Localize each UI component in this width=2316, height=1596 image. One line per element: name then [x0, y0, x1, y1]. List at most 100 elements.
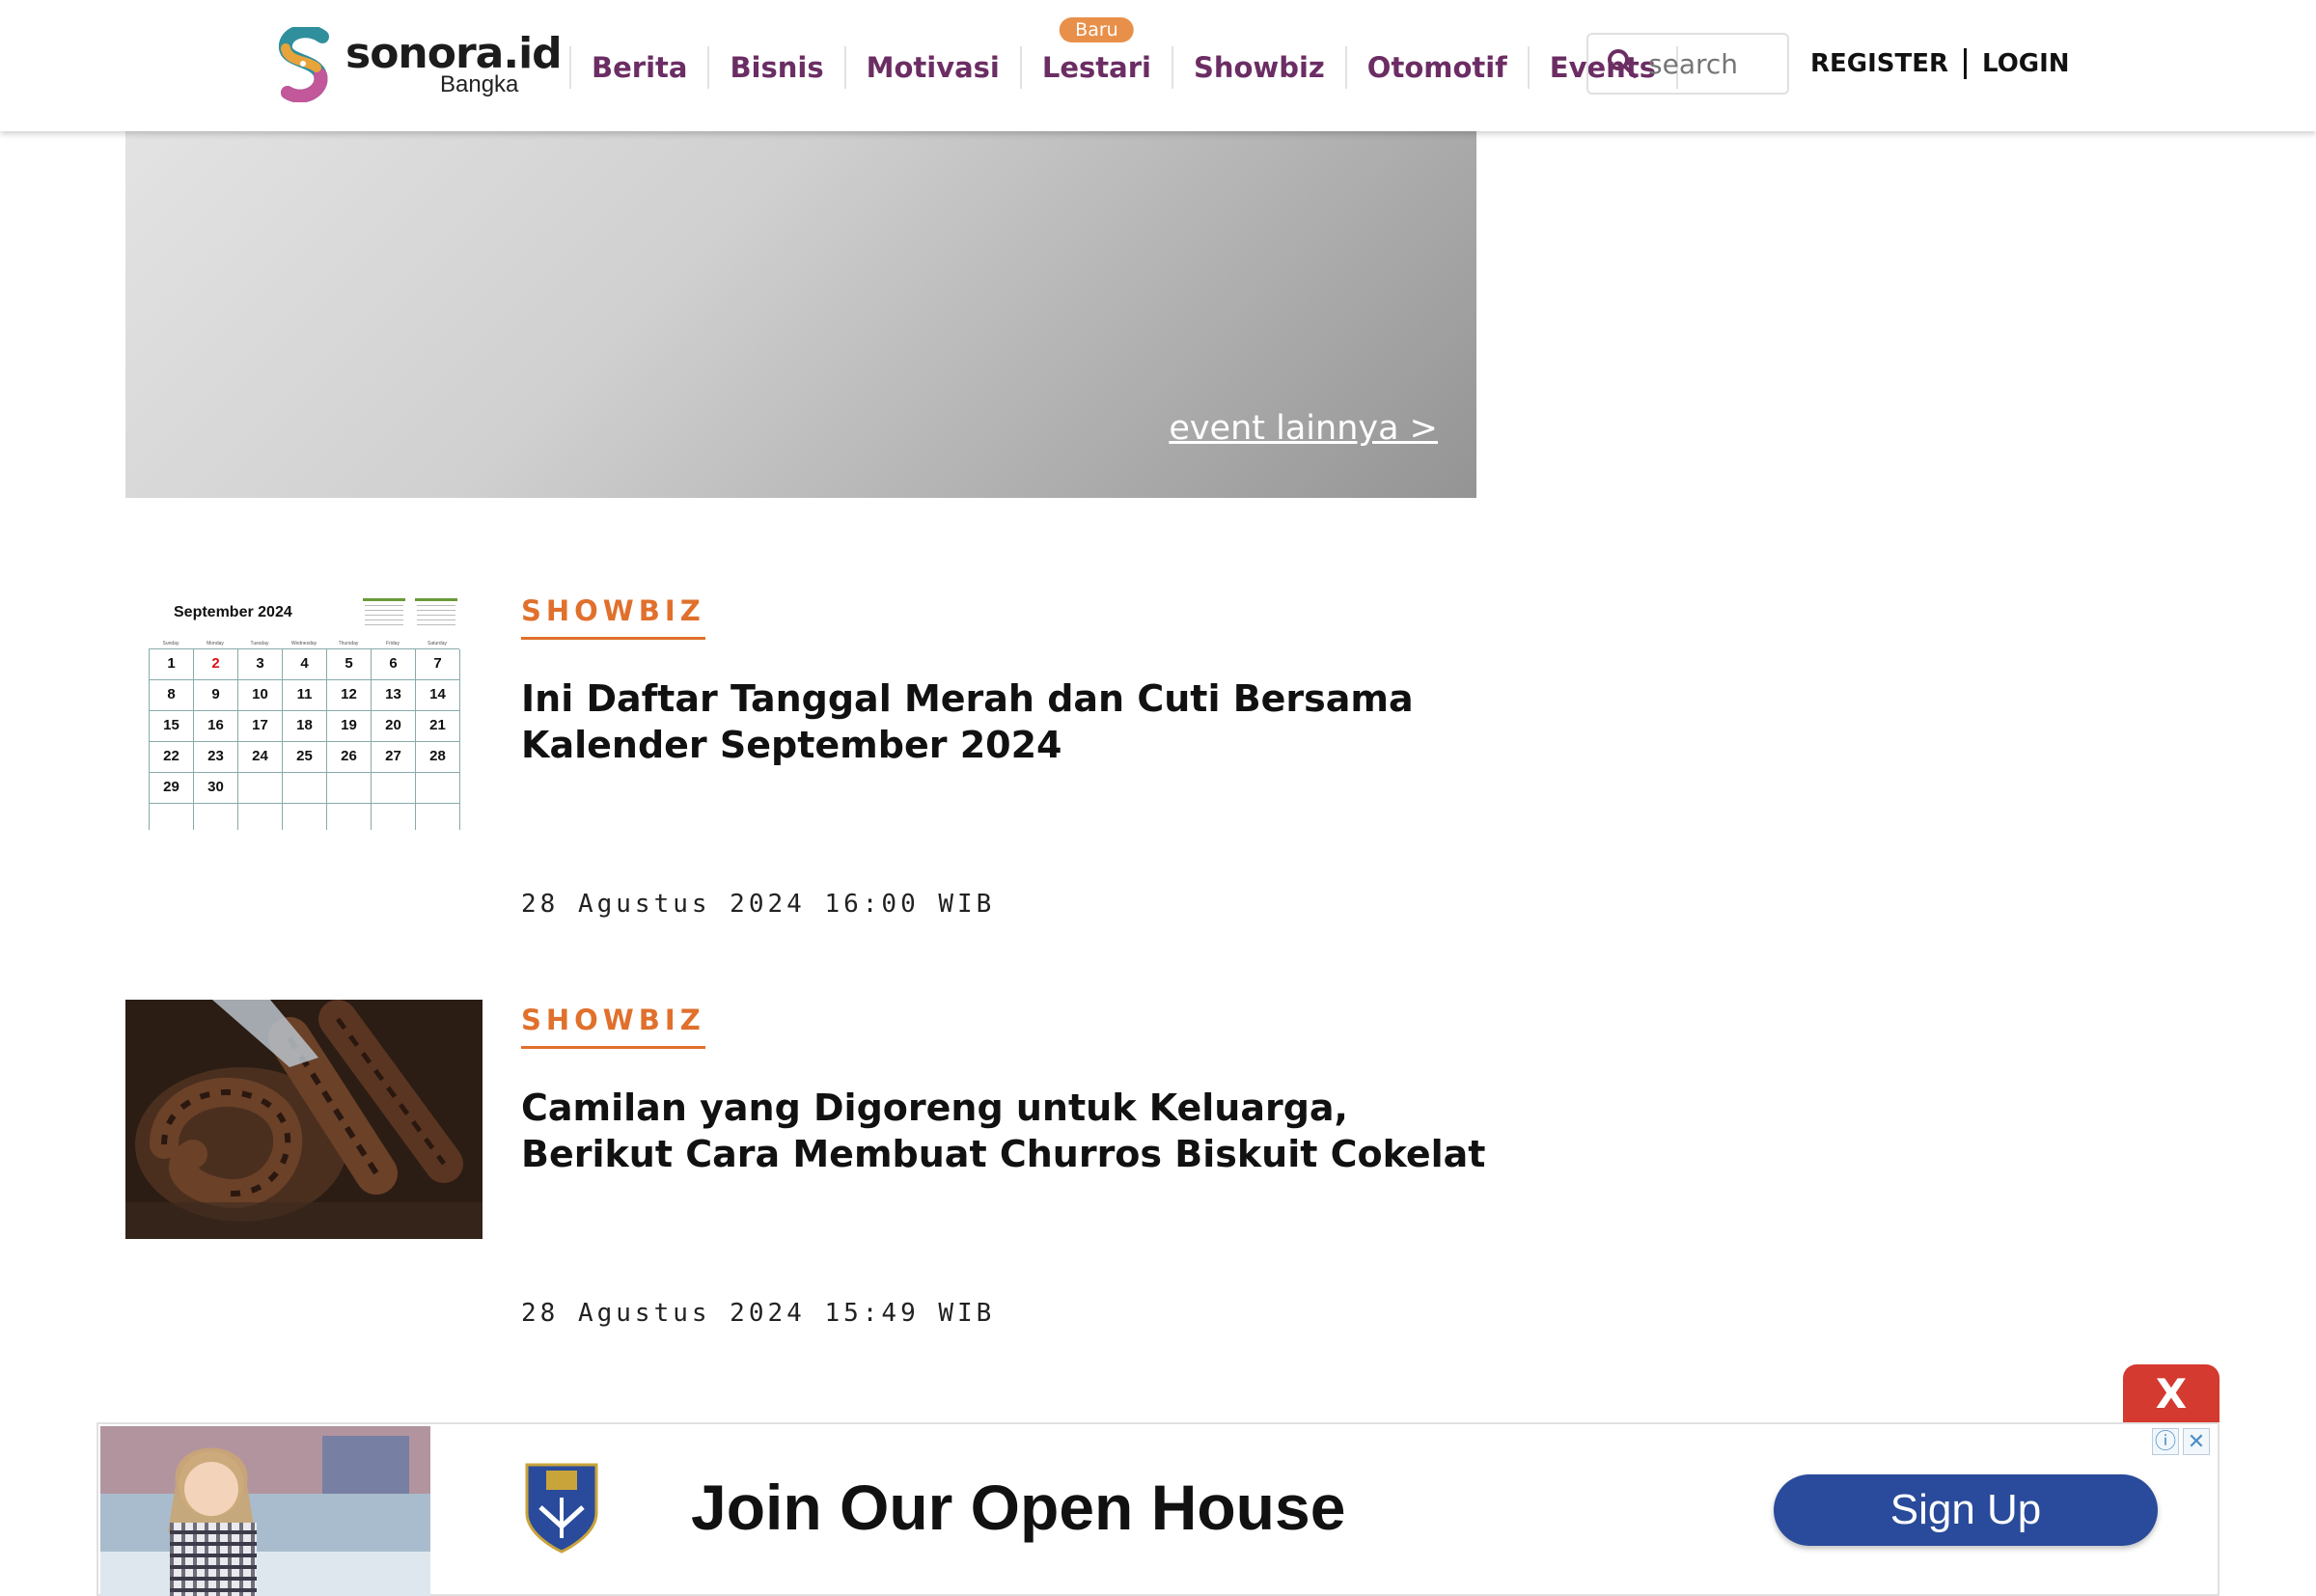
- register-link[interactable]: REGISTER: [1810, 49, 1948, 78]
- info-icon[interactable]: ⓘ: [2152, 1428, 2179, 1455]
- ad-choices: ⓘ ✕: [2152, 1428, 2210, 1455]
- calendar-day: 6: [372, 649, 416, 680]
- calendar-day: 5: [327, 649, 372, 680]
- churros-photo: [125, 1000, 482, 1239]
- nav-label: Showbiz: [1193, 51, 1325, 84]
- article-category[interactable]: SHOWBIZ: [521, 594, 705, 640]
- nav-label: Bisnis: [730, 51, 824, 84]
- article-title[interactable]: Camilan yang Digoreng untuk Keluarga, Be…: [521, 1085, 1486, 1177]
- search-box[interactable]: [1586, 33, 1789, 95]
- site-logo[interactable]: sonora.id Bangka: [278, 27, 563, 104]
- close-icon[interactable]: ✕: [2183, 1428, 2210, 1455]
- article-thumbnail[interactable]: September 2024 Sunday Monday Tuesday Wednes…: [125, 591, 482, 830]
- calendar-day: [194, 804, 238, 830]
- auth-links: REGISTER LOGIN: [1810, 44, 2070, 83]
- calendar-day: 2: [194, 649, 238, 680]
- calendar-day: [283, 773, 327, 804]
- weekday-label: Saturday: [427, 641, 447, 647]
- calendar-day: 25: [283, 742, 327, 773]
- calendar-day: 24: [238, 742, 283, 773]
- calendar-day: 15: [150, 711, 194, 742]
- calendar-day: 30: [194, 773, 238, 804]
- nav-label: Otomotif: [1366, 51, 1507, 84]
- calendar-title: September 2024: [174, 604, 292, 620]
- calendar-day: [150, 804, 194, 830]
- article-item[interactable]: September 2024 Sunday Monday Tuesday Wednes…: [125, 591, 1476, 938]
- calendar-day: 19: [327, 711, 372, 742]
- weekday-label: Monday: [207, 641, 224, 647]
- article-item[interactable]: SHOWBIZ Camilan yang Digoreng untuk Kelu…: [125, 1000, 1485, 1347]
- mini-calendar: [363, 598, 405, 627]
- calendar-image: September 2024 Sunday Monday Tuesday Wednes…: [145, 596, 463, 830]
- ad-signup-button[interactable]: Sign Up: [1774, 1474, 2158, 1546]
- calendar-day: 7: [416, 649, 460, 680]
- calendar-day: [238, 773, 283, 804]
- calendar-day: [327, 773, 372, 804]
- calendar-day: 20: [372, 711, 416, 742]
- logo-subtitle: Bangka: [440, 71, 519, 97]
- auth-divider: [1964, 48, 1968, 79]
- calendar-day: 21: [416, 711, 460, 742]
- event-banner: event lainnya >: [125, 131, 1476, 498]
- weekday-label: Thursday: [338, 641, 359, 647]
- calendar-day: 3: [238, 649, 283, 680]
- nav-motivasi[interactable]: Motivasi: [843, 46, 1020, 89]
- site-header: sonora.id Bangka Berita Bisnis Motivasi …: [0, 0, 2316, 131]
- calendar-day: 18: [283, 711, 327, 742]
- nav-label: Berita: [592, 51, 688, 84]
- calendar-day: 16: [194, 711, 238, 742]
- calendar-day: [283, 804, 327, 830]
- article-category[interactable]: SHOWBIZ: [521, 1004, 705, 1049]
- nav-lestari[interactable]: Baru Lestari: [1019, 17, 1172, 89]
- ad-headline: Join Our Open House: [691, 1472, 1346, 1543]
- calendar-day: 9: [194, 680, 238, 711]
- calendar-day: [416, 804, 460, 830]
- calendar-day: 11: [283, 680, 327, 711]
- nav-berita[interactable]: Berita: [569, 46, 707, 89]
- sonora-logo-icon: [279, 27, 329, 102]
- calendar-day: [238, 804, 283, 830]
- calendar-day: 29: [150, 773, 194, 804]
- churros-illustration: [125, 1000, 482, 1239]
- weekday-label: Wednesday: [290, 641, 317, 647]
- calendar-day: 17: [238, 711, 283, 742]
- calendar-day: 12: [327, 680, 372, 711]
- article-title[interactable]: Ini Daftar Tanggal Merah dan Cuti Bersam…: [521, 675, 1486, 768]
- sticky-ad-banner[interactable]: Join Our Open House Sign Up ⓘ ✕: [96, 1422, 2220, 1596]
- calendar-day: 26: [327, 742, 372, 773]
- main-nav: Berita Bisnis Motivasi Baru Lestari Show…: [569, 17, 1678, 89]
- mini-calendar: [415, 598, 457, 627]
- weekday-label: Sunday: [162, 641, 179, 647]
- calendar-day: [372, 773, 416, 804]
- calendar-day: 10: [238, 680, 283, 711]
- ad-photo: [100, 1426, 430, 1596]
- calendar-day: 23: [194, 742, 238, 773]
- calendar-day: 13: [372, 680, 416, 711]
- more-events-link[interactable]: event lainnya >: [1169, 409, 1438, 448]
- calendar-day: [372, 804, 416, 830]
- article-thumbnail[interactable]: [125, 1000, 482, 1239]
- calendar-day: 22: [150, 742, 194, 773]
- nav-label: Motivasi: [866, 51, 1000, 84]
- calendar-day: [416, 773, 460, 804]
- calendar-grid: 1 2 3 4 5 6 7 8 9 10 11 12 13 14 15 16 17 18 19 20 21 22 23 24 2…: [149, 648, 460, 830]
- calendar-day: 28: [416, 742, 460, 773]
- weekday-label: Friday: [386, 641, 400, 647]
- nav-label: Lestari: [1041, 51, 1151, 84]
- ad-close-button[interactable]: X: [2123, 1364, 2220, 1424]
- search-input[interactable]: [1648, 47, 1783, 80]
- article-date: 28 Agustus 2024 16:00 WIB: [521, 890, 996, 919]
- calendar-day: [327, 804, 372, 830]
- login-link[interactable]: LOGIN: [1982, 49, 2070, 78]
- calendar-weekdays: Sunday Monday Tuesday Wednesday Thursday Frid…: [149, 641, 459, 647]
- article-date: 28 Agustus 2024 15:49 WIB: [521, 1299, 996, 1328]
- classroom-illustration: [100, 1426, 430, 1596]
- calendar-day: 27: [372, 742, 416, 773]
- nav-showbiz[interactable]: Showbiz: [1171, 46, 1345, 89]
- calendar-day: 8: [150, 680, 194, 711]
- calendar-day: 4: [283, 649, 327, 680]
- nav-bisnis[interactable]: Bisnis: [707, 46, 843, 89]
- nav-otomotif[interactable]: Otomotif: [1344, 46, 1528, 89]
- search-icon[interactable]: [1606, 47, 1639, 80]
- new-badge: Baru: [1060, 17, 1134, 42]
